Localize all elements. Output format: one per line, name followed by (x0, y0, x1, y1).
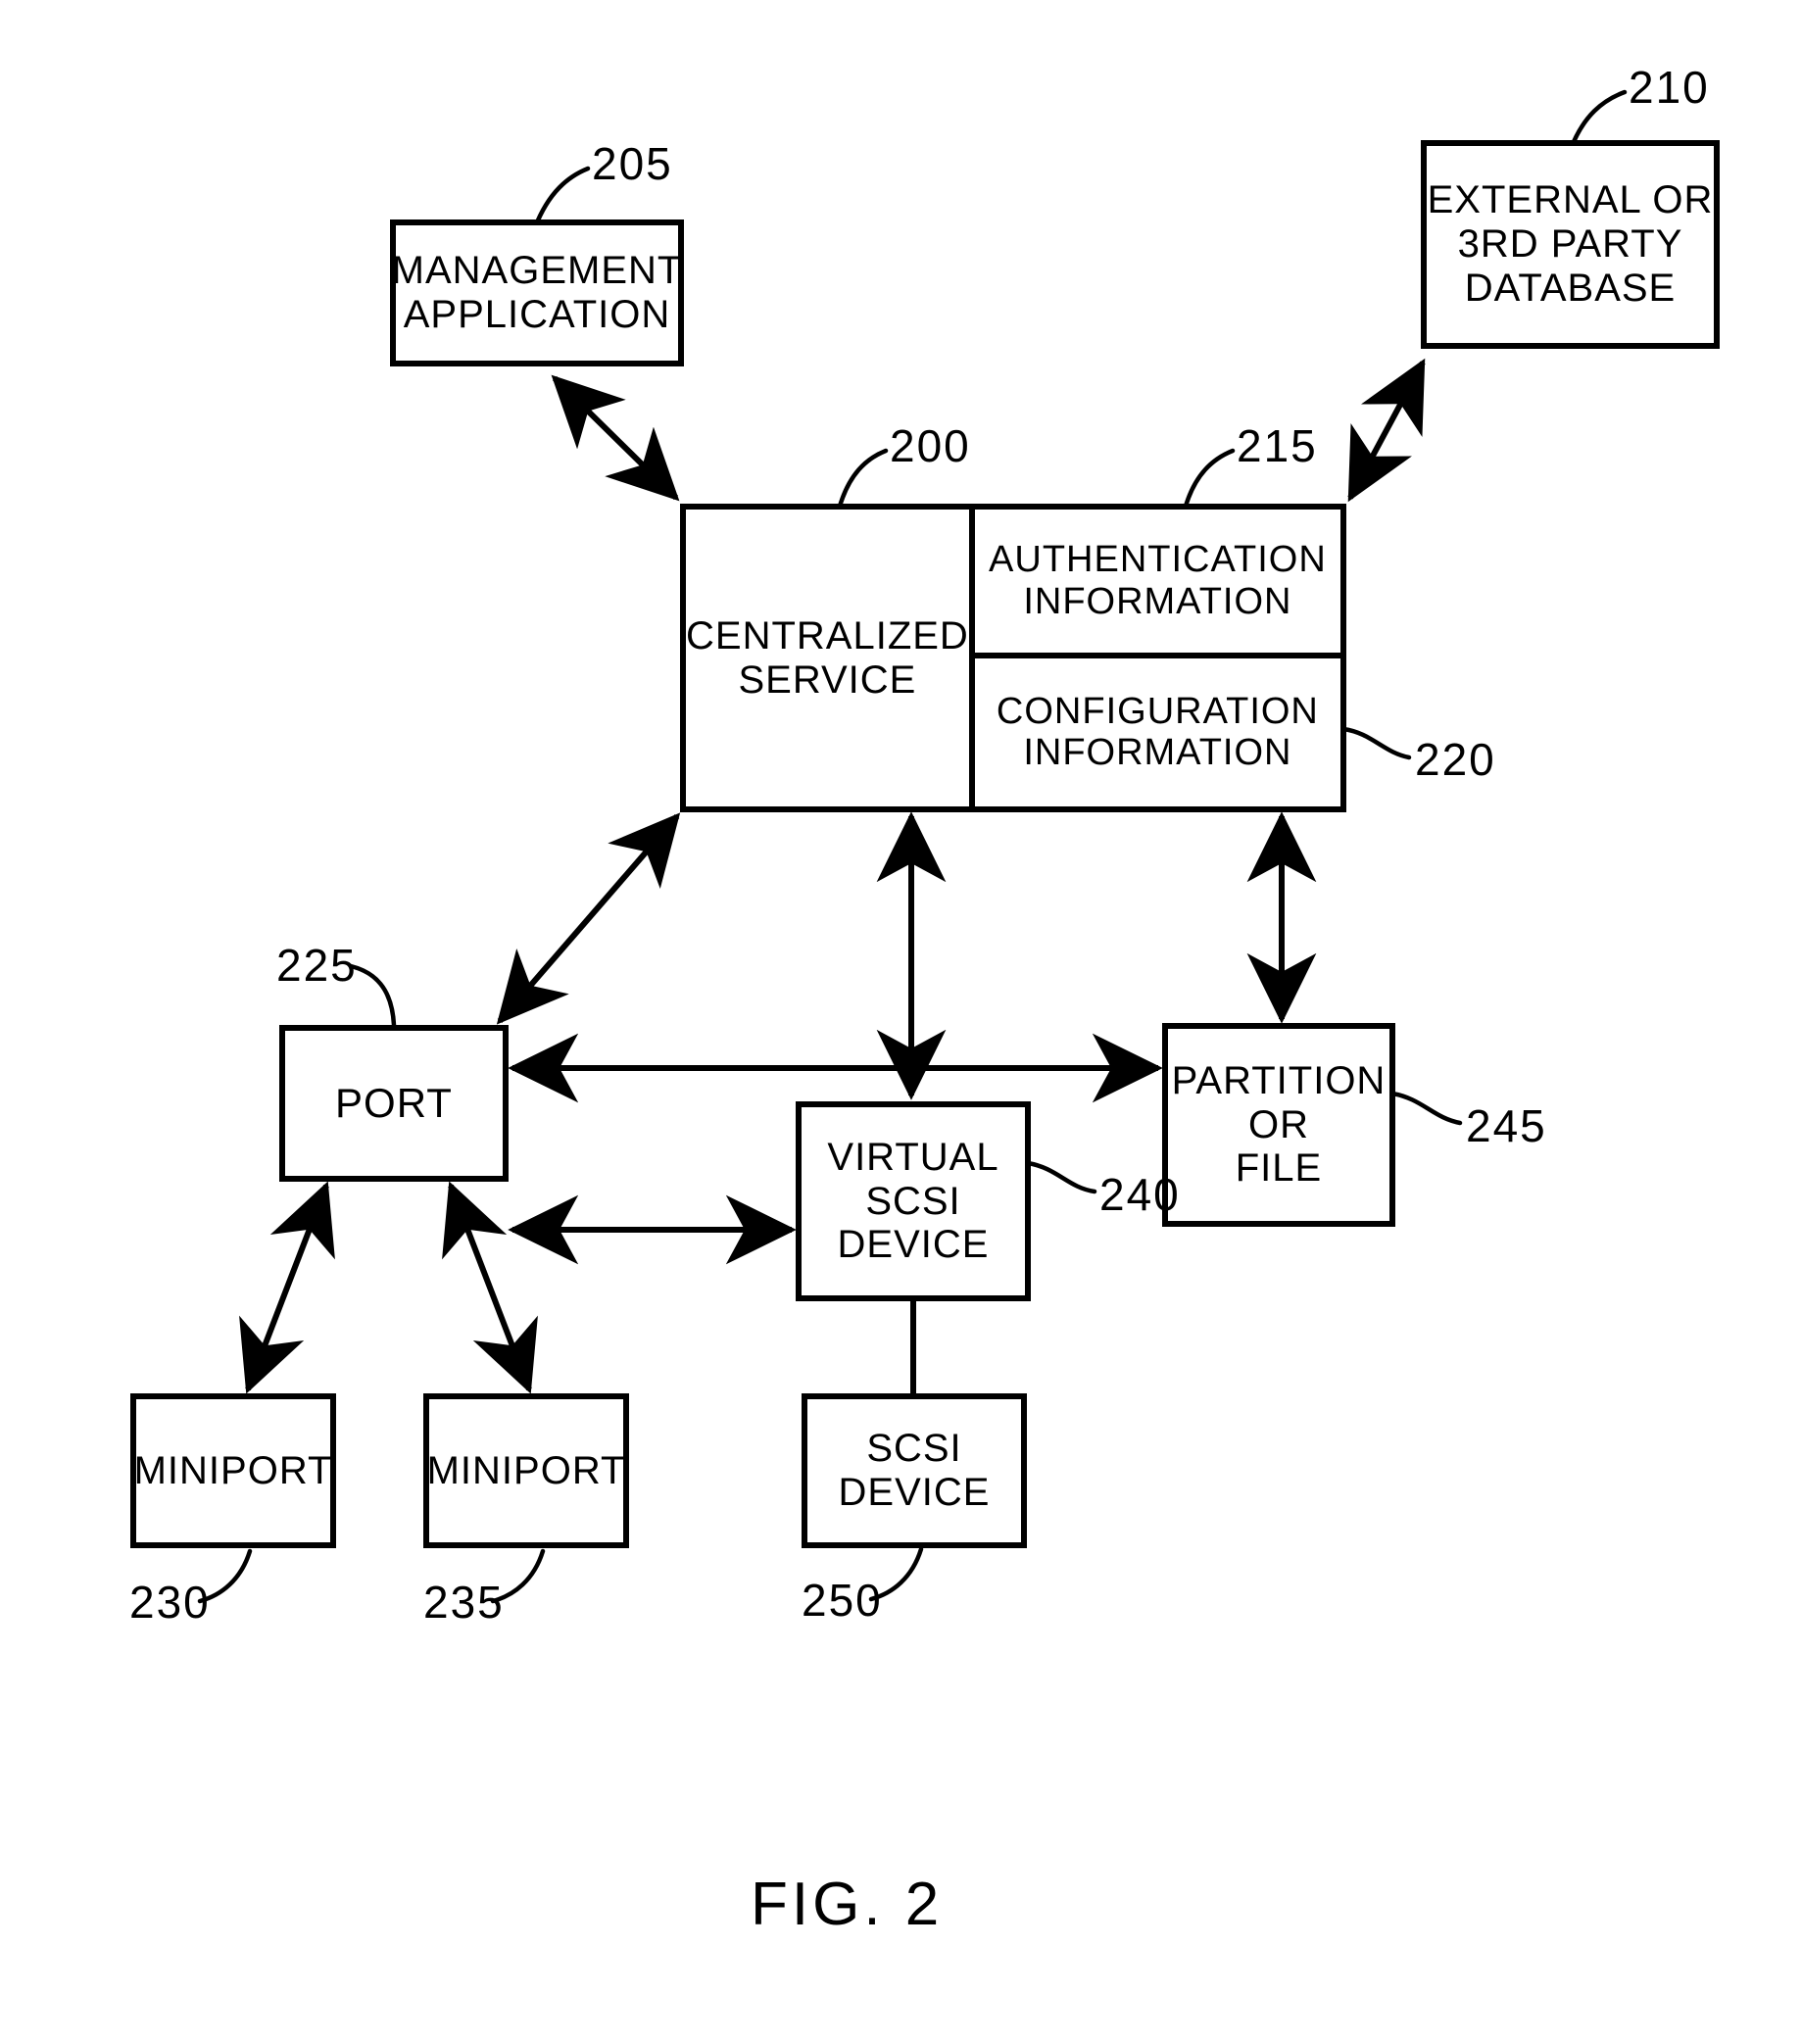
node-management-application[interactable]: MANAGEMENT APPLICATION (390, 219, 684, 366)
node-authentication-information[interactable]: AUTHENTICATION INFORMATION (974, 510, 1340, 658)
connector-port-to-miniport-right (442, 1181, 538, 1394)
authentication-information-label-line2: INFORMATION (1023, 580, 1292, 622)
partition-or-file-label-line2: OR (1248, 1102, 1309, 1146)
node-centralized-service-composite: CENTRALIZED SERVICE AUTHENTICATION INFOR… (680, 504, 1346, 812)
external-database-label-line3: DATABASE (1464, 266, 1677, 310)
configuration-information-label-line2: INFORMATION (1023, 732, 1292, 774)
node-miniport-left[interactable]: MINIPORT (130, 1393, 336, 1548)
node-configuration-information[interactable]: CONFIGURATION INFORMATION (975, 658, 1340, 807)
connector-service-to-port (496, 812, 681, 1025)
ref-numeral-245: 245 (1466, 1100, 1547, 1151)
scsi-device-label-line2: DEVICE (838, 1471, 991, 1514)
management-application-label-line2: APPLICATION (403, 293, 671, 336)
port-label: PORT (335, 1080, 453, 1127)
ref-numeral-230: 230 (129, 1577, 211, 1628)
node-miniport-right[interactable]: MINIPORT (423, 1393, 629, 1548)
node-external-database[interactable]: EXTERNAL OR 3RD PARTY DATABASE (1421, 140, 1720, 349)
node-port[interactable]: PORT (279, 1025, 509, 1182)
configuration-information-label-line1: CONFIGURATION (996, 690, 1319, 732)
patent-figure-2: MANAGEMENT APPLICATION EXTERNAL OR 3RD P… (0, 0, 1801, 2044)
node-virtual-scsi-device[interactable]: VIRTUAL SCSI DEVICE (796, 1101, 1031, 1301)
ref-numeral-210: 210 (1629, 62, 1710, 113)
centralized-service-info-column: AUTHENTICATION INFORMATION CONFIGURATION… (974, 510, 1340, 807)
centralized-service-label-line2: SERVICE (738, 657, 917, 702)
ref-numeral-200: 200 (890, 420, 971, 471)
ref-numeral-240: 240 (1099, 1169, 1181, 1220)
ref-numeral-235: 235 (423, 1577, 505, 1628)
leader-245 (1389, 1091, 1463, 1126)
ref-numeral-215: 215 (1237, 420, 1318, 471)
ref-numeral-205: 205 (592, 138, 673, 189)
management-application-label-line1: MANAGEMENT (391, 249, 683, 293)
leader-220 (1340, 726, 1412, 760)
scsi-device-label-line1: SCSI (866, 1427, 962, 1471)
leader-240 (1025, 1160, 1097, 1194)
ref-numeral-220: 220 (1415, 734, 1496, 785)
partition-or-file-label-line1: PARTITION (1171, 1058, 1387, 1102)
ref-numeral-250: 250 (802, 1575, 883, 1626)
miniport-right-label: MINIPORT (426, 1448, 626, 1492)
figure-caption: FIG. 2 (751, 1871, 944, 1938)
connector-service-to-database (1347, 358, 1426, 503)
external-database-label-line2: 3RD PARTY (1457, 222, 1683, 267)
node-scsi-device[interactable]: SCSI DEVICE (802, 1393, 1027, 1548)
virtual-scsi-device-label-line1: VIRTUAL (827, 1135, 999, 1179)
node-partition-or-file[interactable]: PARTITION OR FILE (1162, 1023, 1395, 1227)
leader-200 (836, 448, 889, 512)
virtual-scsi-device-label-line2: SCSI (865, 1179, 961, 1223)
ref-numeral-225: 225 (276, 940, 358, 991)
node-centralized-service[interactable]: CENTRALIZED SERVICE (686, 510, 975, 806)
partition-or-file-label-line3: FILE (1235, 1146, 1323, 1191)
authentication-information-label-line1: AUTHENTICATION (989, 539, 1327, 581)
connector-management-to-service (551, 374, 680, 502)
leader-205 (532, 166, 591, 230)
centralized-service-label-line1: CENTRALIZED (686, 613, 969, 657)
external-database-label-line1: EXTERNAL OR (1427, 178, 1714, 222)
miniport-left-label: MINIPORT (133, 1448, 333, 1492)
connector-port-to-miniport-left (239, 1181, 335, 1394)
leader-215 (1182, 448, 1236, 512)
virtual-scsi-device-label-line3: DEVICE (837, 1223, 990, 1267)
